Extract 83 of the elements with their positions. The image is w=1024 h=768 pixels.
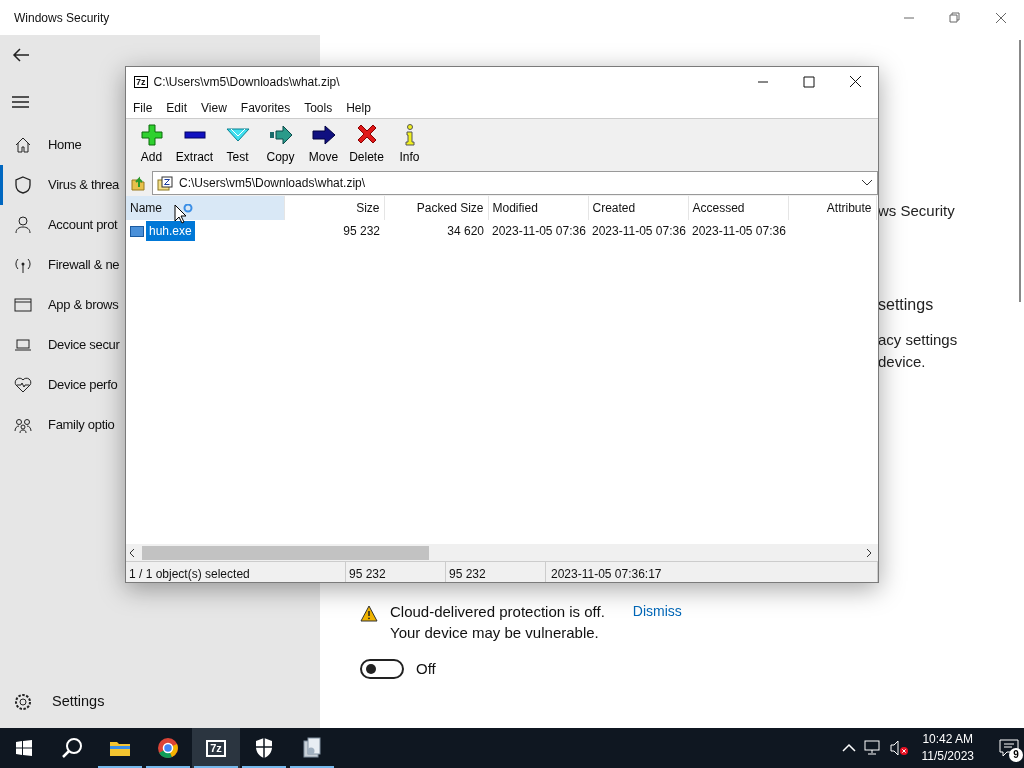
nav-item[interactable]: Settings [52,691,105,713]
shield-icon [14,176,32,194]
nav-item[interactable]: Firewall & ne [0,245,124,285]
menu-item[interactable]: File [133,98,153,117]
search-icon[interactable] [61,737,83,759]
column-header[interactable]: Modified [488,196,588,220]
app-icon: 7z [134,76,148,88]
nav-item[interactable]: Device secur [0,325,124,365]
column-header[interactable]: Accessed [688,196,788,220]
nav-item[interactable]: App & brows [0,285,124,325]
table-cell: 2023-11-05 07:36 [592,224,686,238]
status-text: 95 232 [346,562,446,582]
heart-pulse-icon [14,376,32,394]
nav-item[interactable]: Device perfo [0,365,124,405]
toolbar-button[interactable]: Copy [259,123,302,166]
warning-icon [360,605,378,622]
nav-item[interactable]: Account prot [0,205,124,245]
dropdown-icon[interactable] [861,179,873,187]
scrollbar[interactable] [1019,40,1021,302]
warning-detail: Your device may be vulnerable. [390,623,600,643]
person-icon [14,216,32,234]
column-header[interactable]: Name [126,196,284,220]
dismiss-link[interactable]: Dismiss [632,601,682,643]
toolbar-button[interactable]: Test [216,123,259,166]
family-icon [14,416,32,434]
table-cell: 34 620 [447,224,484,238]
home-icon [14,136,32,154]
window-title: Windows Security [14,9,110,27]
network-icon[interactable] [863,740,882,756]
nav-item[interactable]: Home [0,125,124,165]
archive-icon [157,175,173,191]
menu-item[interactable]: Edit [166,98,188,117]
toggle-switch[interactable] [360,659,404,680]
file-icon [130,224,144,237]
toolbar-button[interactable]: Info [388,123,431,166]
toolbar-button[interactable]: Delete [345,123,388,166]
browser-icon [156,736,180,760]
table-cell: 2023-11-05 07:36 [692,224,786,238]
arrow-right-icon [268,123,293,146]
chevron-up-icon[interactable] [841,743,856,753]
settings-icon[interactable] [14,693,32,711]
table-cell: 95 232 [343,224,380,238]
column-header[interactable]: Attribute [788,196,876,220]
warning-message: Cloud-delivered protection is off. [390,602,605,622]
menu-item[interactable]: View [201,98,227,117]
toolbar-button[interactable]: Add [130,123,173,166]
clock-time[interactable]: 10:42 AM [921,731,974,748]
arrow-right-icon [311,123,336,146]
antenna-icon [14,256,32,274]
column-header[interactable]: Packed Size [384,196,488,220]
volume-muted-icon[interactable] [889,740,910,756]
status-text: 95 232 [446,562,546,582]
status-text: 2023-11-05 07:36:17 [546,562,878,582]
menu-icon[interactable] [12,95,29,108]
description-text: ws Security [878,201,955,221]
table-cell: 2023-11-05 07:36 [492,224,586,238]
plus-icon [139,123,164,146]
column-header[interactable]: Size [284,196,384,220]
description-text: acy settings [878,329,958,350]
back-icon[interactable] [12,46,30,63]
status-text: 1 / 1 object(s) selected [126,562,346,582]
scrollbar-thumb[interactable] [142,545,429,560]
menu-item[interactable]: Help [346,98,371,117]
section-heading: settings [878,294,934,315]
notification-icon[interactable] [999,739,1019,757]
toggle-label: Off [416,659,436,679]
start-icon[interactable] [16,740,32,756]
installer-icon [300,736,324,760]
laptop-icon [14,336,32,354]
toolbar-button[interactable]: Move [302,123,345,166]
clock-date[interactable]: 11/5/2023 [921,748,974,765]
up-folder-icon[interactable] [130,174,148,192]
menu-item[interactable]: Tools [304,98,333,117]
nav-item[interactable]: Family optio [0,405,124,445]
address-field[interactable]: C:\Users\vm5\Downloads\what.zip\ [152,171,878,195]
window-title: C:\Users\vm5\Downloads\what.zip\ [153,74,340,91]
column-header[interactable]: Created [588,196,688,220]
description-text: device. [878,352,926,372]
browser-window-icon [14,296,32,314]
toolbar-button[interactable]: Extract [173,123,216,166]
menu-item[interactable]: Favorites [240,98,291,117]
taskbar-app[interactable]: 7z [192,728,240,768]
notification-badge: 9 [1009,748,1023,762]
